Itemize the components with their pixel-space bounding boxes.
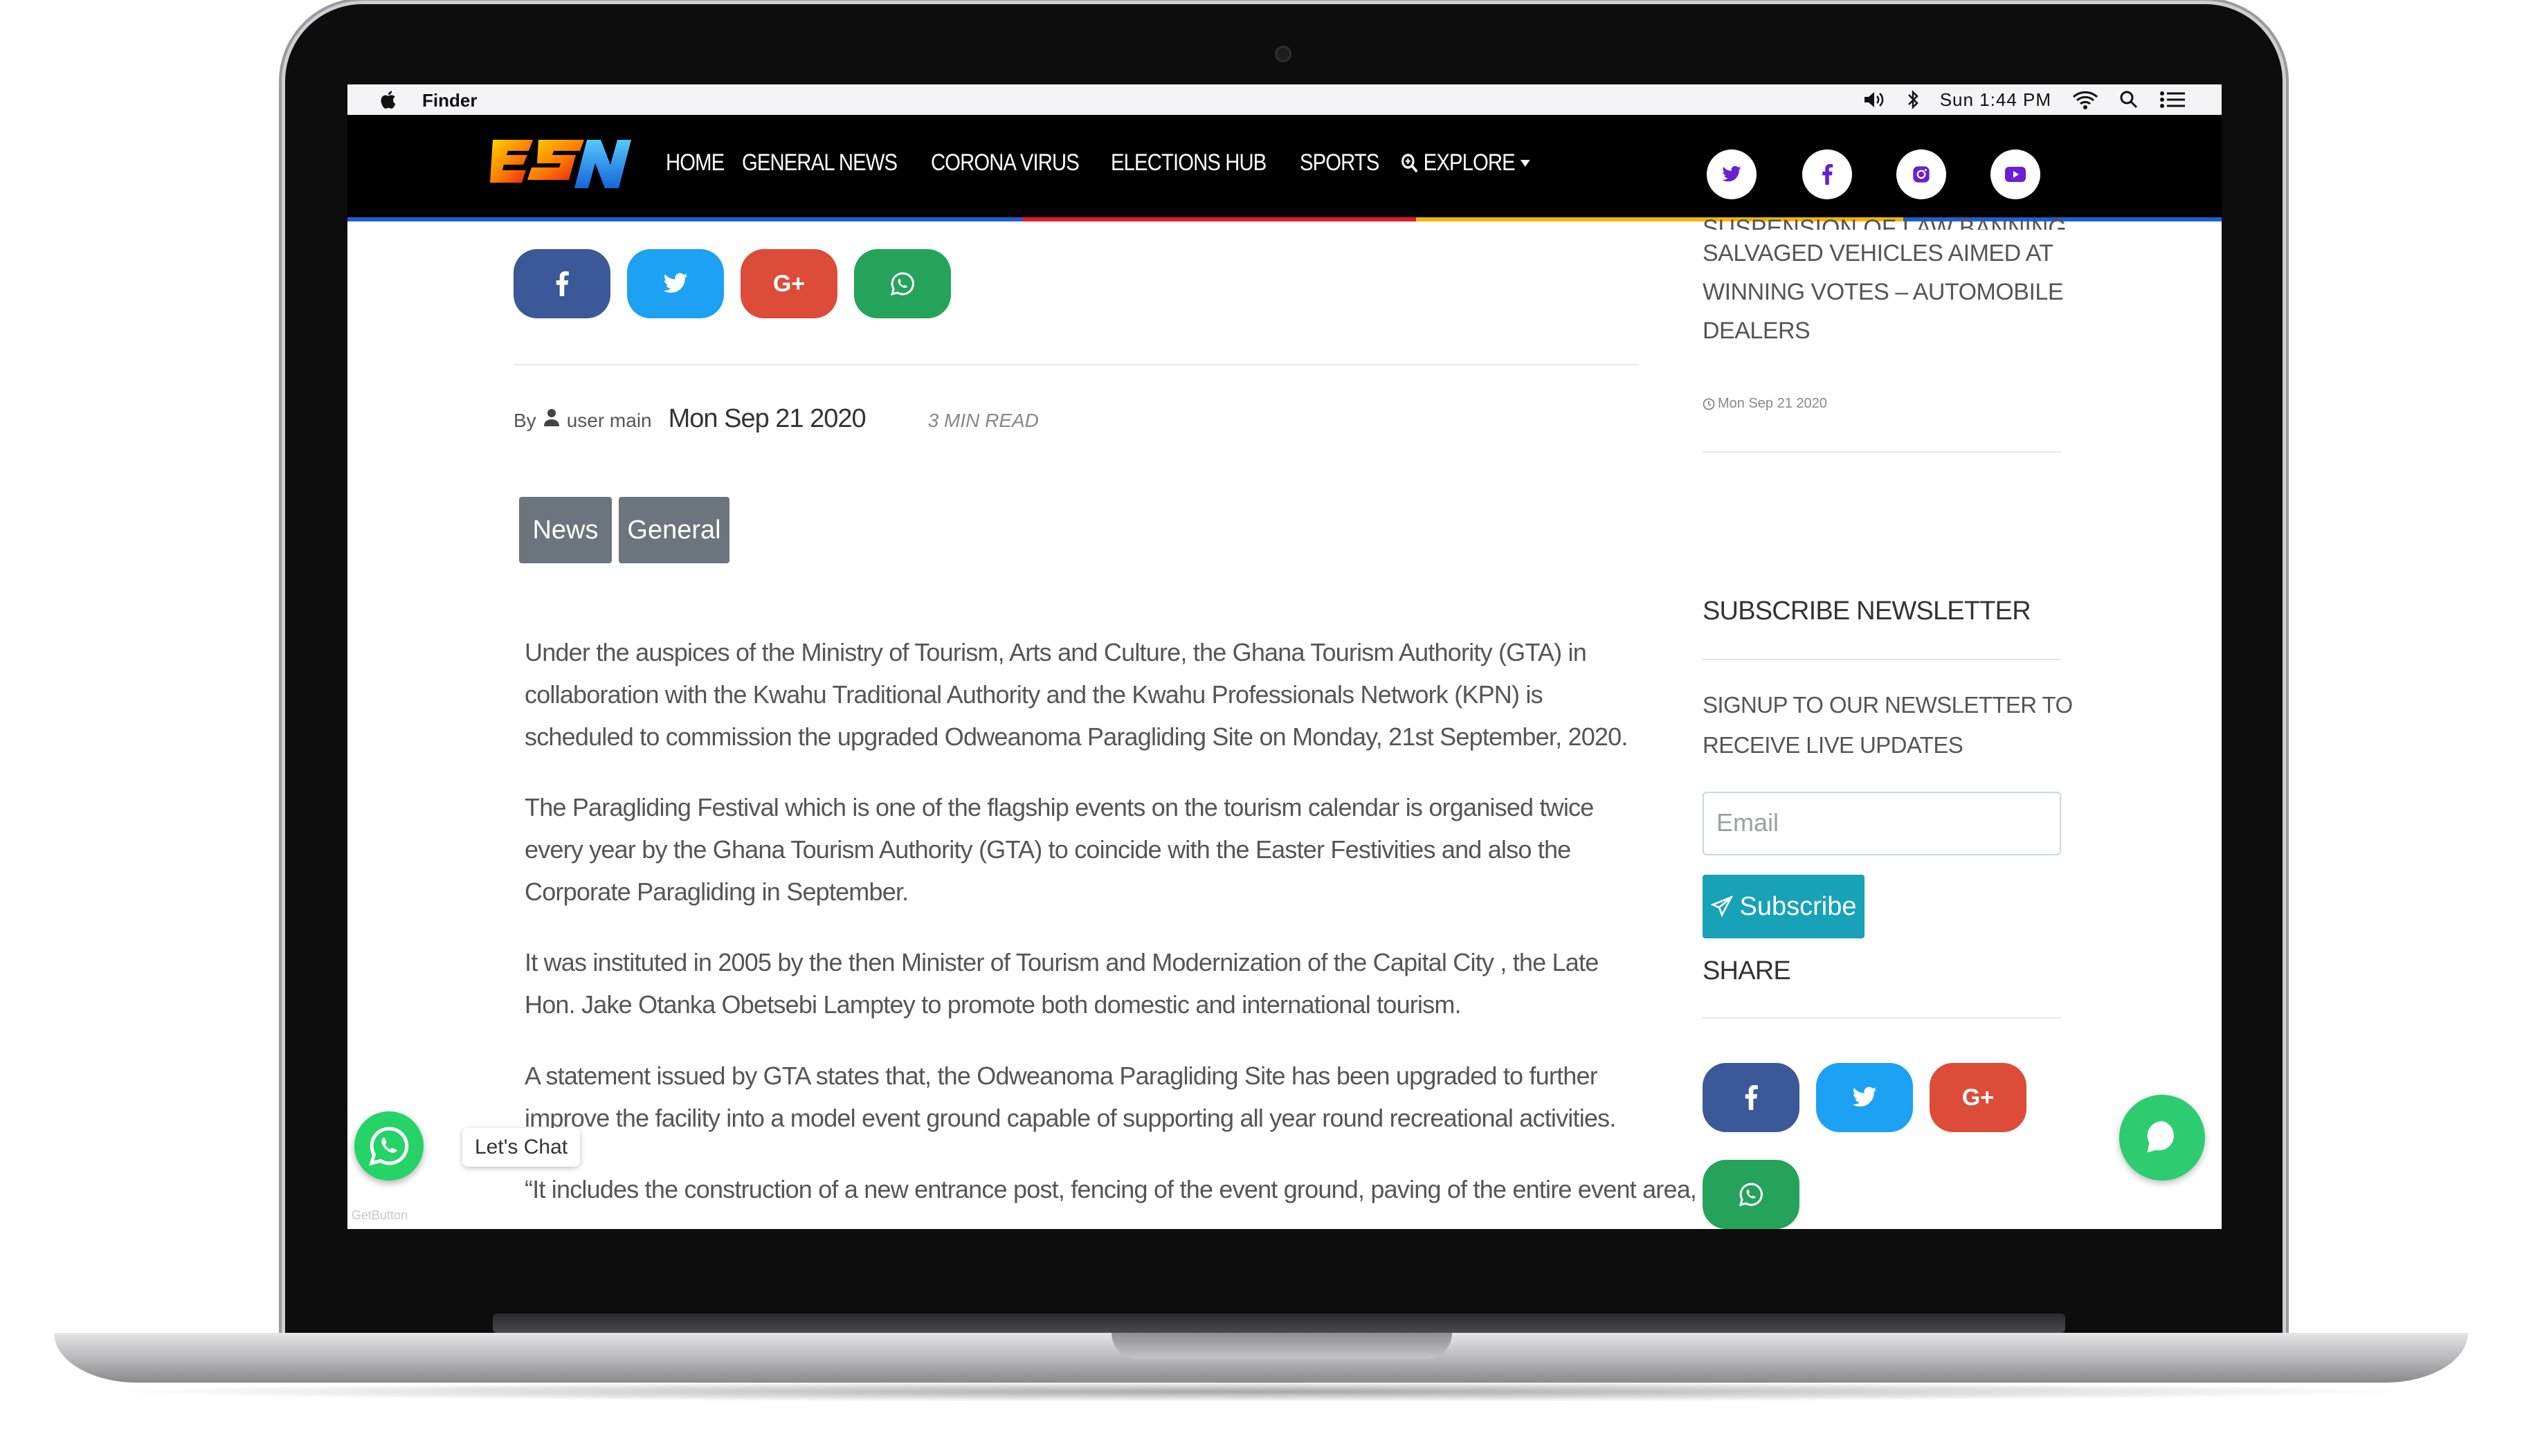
newsletter-description-line: SIGNUP TO OUR NEWSLETTER TO: [1703, 692, 2073, 718]
whatsapp-chat-button[interactable]: [354, 1111, 424, 1181]
laptop-hinge: [493, 1313, 2065, 1333]
live-chat-button[interactable]: [2119, 1095, 2205, 1181]
related-title-line: DEALERS: [1703, 318, 1811, 344]
nav-home[interactable]: HOME: [666, 149, 725, 176]
main-nav: HOME GENERAL NEWS CORONA VIRUS ELECTIONS…: [666, 149, 1537, 176]
youtube-icon: [2005, 167, 2026, 182]
clock-icon: [1703, 398, 1715, 410]
chat-bubble-icon: [2147, 1121, 2174, 1153]
article-date: Mon Sep 21 2020: [668, 404, 867, 433]
site-header: HOME GENERAL NEWS CORONA VIRUS ELECTIONS…: [347, 115, 2222, 220]
volume-icon[interactable]: [1862, 90, 1886, 109]
article-paragraph: Under the auspices of the Ministry of To…: [525, 638, 1628, 751]
article-paragraph: The Paragliding Festival which is one of…: [525, 793, 1594, 906]
header-youtube-link[interactable]: [1990, 149, 2040, 199]
instagram-icon: [1913, 166, 1930, 183]
app-menu-finder[interactable]: Finder: [422, 90, 477, 111]
mac-menubar: Finder Sun 1:44 PM: [347, 84, 2222, 116]
article-paragraph: A statement issued by GTA states that, t…: [525, 1062, 1616, 1132]
divider: [514, 364, 1639, 365]
google-plus-icon: G+: [1961, 1084, 1995, 1111]
divider: [1703, 1017, 2061, 1019]
newsletter-email-input[interactable]: Email: [1703, 792, 2061, 855]
spotlight-search-icon[interactable]: [2119, 90, 2139, 109]
divider: [1703, 659, 2061, 660]
whatsapp-icon: [890, 272, 914, 296]
sidebar-share-facebook-button[interactable]: [1703, 1063, 1799, 1132]
caret-down-icon: [1520, 159, 1530, 167]
twitter-icon: [1852, 1086, 1877, 1107]
nav-corona-virus[interactable]: CORONA VIRUS: [931, 149, 1080, 176]
tag-news[interactable]: News: [519, 497, 612, 563]
nav-explore-label: EXPLORE: [1423, 149, 1515, 176]
menubar-clock[interactable]: Sun 1:44 PM: [1940, 89, 2051, 111]
google-plus-icon: G+: [772, 270, 806, 297]
lets-chat-tooltip[interactable]: Let's Chat: [462, 1128, 581, 1167]
wifi-icon[interactable]: [2072, 90, 2098, 109]
header-twitter-link[interactable]: [1707, 149, 1757, 199]
related-post-date: Mon Sep 21 2020: [1718, 396, 1827, 411]
site-logo[interactable]: [490, 136, 631, 192]
sidebar-share-whatsapp-button[interactable]: [1703, 1160, 1799, 1229]
article-byline: By user main Mon Sep 21 2020 3 MIN READ: [514, 404, 1039, 434]
facebook-icon: [1822, 164, 1833, 185]
share-google-plus-button[interactable]: G+: [741, 249, 837, 318]
nav-elections-hub[interactable]: ELECTIONS HUB: [1111, 149, 1267, 176]
facebook-icon: [1745, 1085, 1758, 1110]
share-twitter-button[interactable]: [627, 249, 724, 318]
related-title-line: WINNING VOTES – AUTOMOBILE: [1703, 279, 2064, 305]
whatsapp-icon: [369, 1127, 409, 1166]
search-zoom-icon: [1401, 153, 1417, 172]
whatsapp-icon: [1739, 1183, 1763, 1207]
screen: Finder Sun 1:44 PM HOME GENERAL NEWS COR…: [347, 84, 2222, 1229]
tag-general[interactable]: General: [619, 497, 729, 563]
divider: [1703, 451, 2061, 453]
menubar-status-area: Sun 1:44 PM: [1862, 89, 2186, 111]
getbutton-credit[interactable]: GetButton: [352, 1208, 408, 1223]
header-instagram-link[interactable]: [1896, 149, 1946, 199]
paper-plane-icon: [1710, 895, 1733, 918]
user-icon: [543, 409, 559, 426]
share-facebook-button[interactable]: [514, 249, 610, 318]
share-heading: SHARE: [1703, 956, 1791, 985]
newsletter-description: SIGNUP TO OUR NEWSLETTER TO RECEIVE LIVE…: [1703, 685, 2073, 765]
article-paragraph: It was instituted in 2005 by the then Mi…: [525, 948, 1599, 1019]
laptop-shadow: [90, 1381, 2429, 1402]
header-facebook-link[interactable]: [1802, 149, 1852, 199]
subscribe-button[interactable]: Subscribe: [1703, 875, 1865, 938]
twitter-icon: [663, 273, 688, 293]
nav-general-news[interactable]: GENERAL NEWS: [742, 149, 898, 176]
related-post-title-partial[interactable]: SUSPENSION OF LAW BANNING: [1703, 209, 2067, 230]
facebook-icon: [556, 271, 569, 296]
newsletter-description-line: RECEIVE LIVE UPDATES: [1703, 732, 1963, 758]
twitter-icon: [1722, 165, 1741, 182]
notification-center-icon[interactable]: [2159, 90, 2186, 109]
read-time: 3 MIN READ: [927, 410, 1039, 431]
subscribe-label: Subscribe: [1739, 891, 1857, 921]
sidebar-share-google-plus-button[interactable]: G+: [1930, 1063, 2026, 1132]
nav-sports[interactable]: SPORTS: [1300, 149, 1379, 176]
author-name[interactable]: user main: [567, 410, 652, 432]
share-whatsapp-button[interactable]: [854, 249, 951, 318]
article-paragraph: “It includes the construction of a new e…: [525, 1175, 1697, 1203]
related-post-title[interactable]: SALVAGED VEHICLES AIMED AT WINNING VOTES…: [1703, 234, 2064, 350]
bluetooth-icon[interactable]: [1907, 89, 1919, 110]
by-label: By: [514, 410, 536, 431]
sidebar-share-twitter-button[interactable]: [1816, 1063, 1913, 1132]
related-title-line: SALVAGED VEHICLES AIMED AT: [1703, 240, 2053, 266]
apple-icon[interactable]: [378, 89, 400, 111]
laptop-notch: [1112, 1333, 1452, 1359]
related-post-meta: Mon Sep 21 2020: [1703, 396, 1827, 412]
newsletter-heading: SUBSCRIBE NEWSLETTER: [1703, 597, 2031, 626]
webcam: [1275, 46, 1291, 62]
nav-explore-dropdown[interactable]: EXPLORE: [1401, 149, 1530, 176]
